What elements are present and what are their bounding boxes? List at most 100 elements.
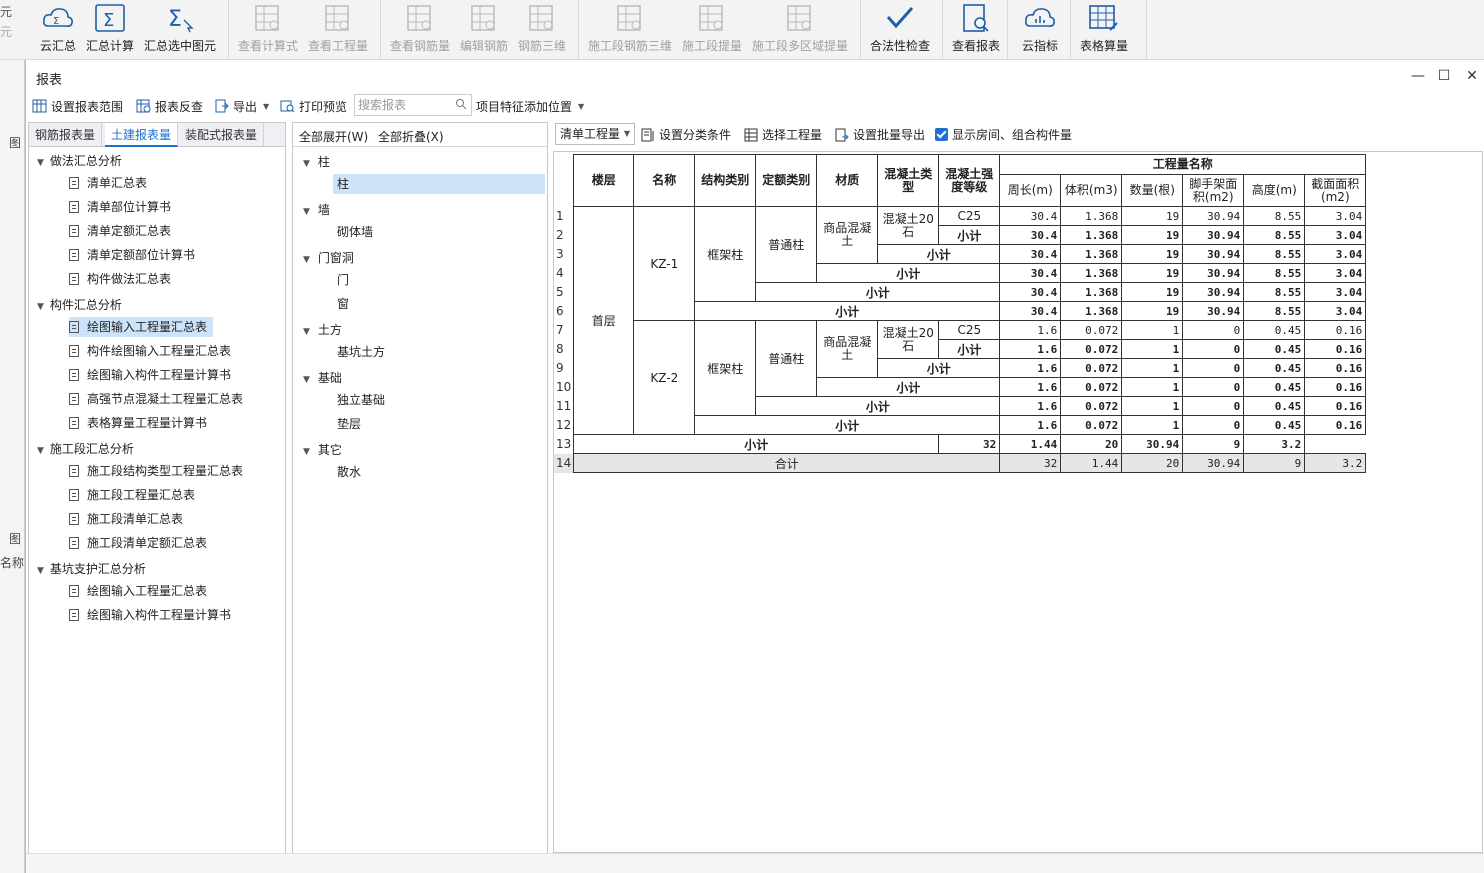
report-reverse-check-button[interactable]: 报表反查 — [136, 96, 203, 116]
expand-arrow-icon[interactable]: ▼ — [303, 375, 310, 385]
tree-item-report[interactable]: 清单汇总表 — [69, 173, 153, 193]
tab-prefab-report[interactable]: 装配式报表量 — [179, 123, 265, 147]
value-cell[interactable]: 30.4 — [999, 282, 1062, 302]
collapse-all-button[interactable]: 全部折叠(X) — [378, 128, 444, 145]
component-item[interactable]: 砌体墙 — [333, 222, 373, 242]
value-cell[interactable]: 0.16 — [1304, 320, 1367, 340]
checkbox-checked-icon[interactable] — [935, 128, 948, 141]
value-cell[interactable]: 0.072 — [1060, 358, 1123, 378]
close-button[interactable]: ✕ — [1464, 68, 1480, 84]
tree-item-report[interactable]: 表格算量工程量计算书 — [69, 413, 213, 433]
value-cell[interactable]: 19 — [1121, 301, 1184, 321]
value-cell[interactable]: 0.16 — [1304, 358, 1367, 378]
value-cell[interactable]: 19 — [1121, 263, 1184, 283]
ribbon-button-check[interactable]: 合法性检查 — [870, 0, 930, 60]
floor-cell[interactable]: 首层 — [573, 206, 635, 435]
expand-arrow-icon[interactable]: ▼ — [303, 207, 310, 217]
tree-item-report[interactable]: 清单定额部位计算书 — [69, 245, 201, 265]
value-cell[interactable]: 30.4 — [999, 263, 1062, 283]
value-cell[interactable]: 0.072 — [1060, 339, 1123, 359]
value-cell[interactable]: 1 — [1121, 358, 1184, 378]
struct-type-cell[interactable]: 框架柱 — [694, 206, 757, 302]
component-item[interactable]: 门 — [333, 270, 349, 290]
value-cell[interactable]: 3.04 — [1304, 282, 1367, 302]
expand-arrow-icon[interactable]: ▼ — [37, 566, 44, 576]
expand-arrow-icon[interactable]: ▼ — [303, 447, 310, 457]
component-group[interactable]: ▼ 柱 — [303, 153, 330, 170]
value-cell[interactable]: 19 — [1121, 282, 1184, 302]
component-name-cell[interactable]: KZ-2 — [633, 320, 696, 435]
component-item[interactable]: 散水 — [333, 462, 361, 482]
value-cell[interactable]: 1 — [1121, 339, 1184, 359]
concrete-grade-cell[interactable]: C25 — [938, 206, 1001, 226]
value-cell[interactable]: 3.2 — [1304, 453, 1367, 473]
value-cell[interactable]: 8.55 — [1243, 282, 1306, 302]
select-quantity-button[interactable]: 选择工程量 — [744, 126, 822, 143]
value-cell[interactable]: 19 — [1121, 225, 1184, 245]
value-cell[interactable]: 0.072 — [1060, 320, 1123, 340]
tree-item-report[interactable]: 绘图输入构件工程量计算书 — [69, 605, 237, 625]
search-icon[interactable] — [455, 98, 467, 110]
component-item[interactable]: 独立基础 — [333, 390, 385, 410]
value-cell[interactable]: 8.55 — [1243, 244, 1306, 264]
export-button[interactable]: 导出 ▼ — [214, 96, 269, 116]
value-cell[interactable]: 20 — [1121, 453, 1184, 473]
value-cell[interactable]: 1.368 — [1060, 225, 1123, 245]
value-cell[interactable]: 0.16 — [1304, 377, 1367, 397]
component-group[interactable]: ▼ 其它 — [303, 441, 342, 458]
component-group[interactable]: ▼ 土方 — [303, 321, 342, 338]
show-rooms-checkbox[interactable]: 显示房间、组合构件量 — [935, 126, 1072, 143]
value-cell[interactable]: 30.94 — [1182, 453, 1245, 473]
component-item[interactable]: 垫层 — [333, 414, 361, 434]
value-cell[interactable]: 0 — [1182, 339, 1245, 359]
value-cell[interactable]: 30.94 — [1182, 225, 1245, 245]
tab-civil-report[interactable]: 土建报表量 — [105, 123, 179, 147]
print-preview-button[interactable]: 打印预览 — [280, 96, 347, 116]
value-cell[interactable]: 1 — [1121, 415, 1184, 435]
value-cell[interactable]: 30.4 — [999, 225, 1062, 245]
value-cell[interactable]: 3.04 — [1304, 263, 1367, 283]
value-cell[interactable]: 0.45 — [1243, 377, 1306, 397]
report-search-input[interactable] — [355, 95, 451, 115]
tree-item-report[interactable]: 施工段清单汇总表 — [69, 509, 189, 529]
tree-item-report[interactable]: 施工段结构类型工程量汇总表 — [69, 461, 249, 481]
value-cell[interactable]: 0.072 — [1060, 415, 1123, 435]
value-cell[interactable]: 1.368 — [1060, 282, 1123, 302]
tree-item-report[interactable]: 绘图输入工程量汇总表 — [69, 317, 214, 337]
maximize-button[interactable]: ☐ — [1436, 68, 1452, 84]
ribbon-button-report-view[interactable]: 查看报表 — [946, 0, 1006, 60]
value-cell[interactable]: 3.04 — [1304, 301, 1367, 321]
tree-group[interactable]: ▼ 构件汇总分析 — [37, 296, 122, 313]
value-cell[interactable]: 0.45 — [1243, 339, 1306, 359]
value-cell[interactable]: 1.6 — [999, 358, 1062, 378]
value-cell[interactable]: 0.072 — [1060, 377, 1123, 397]
struct-type-cell[interactable]: 框架柱 — [694, 320, 757, 416]
value-cell[interactable]: 1.368 — [1060, 206, 1123, 226]
component-item[interactable]: 窗 — [333, 294, 349, 314]
value-cell[interactable]: 0 — [1182, 415, 1245, 435]
component-group[interactable]: ▼ 门窗洞 — [303, 249, 354, 266]
value-cell[interactable]: 1.368 — [1060, 263, 1123, 283]
expand-arrow-icon[interactable]: ▼ — [37, 158, 44, 168]
value-cell[interactable]: 1.6 — [999, 320, 1062, 340]
tree-group[interactable]: ▼ 做法汇总分析 — [37, 152, 122, 169]
set-classification-button[interactable]: 设置分类条件 — [641, 126, 731, 143]
batch-export-button[interactable]: 设置批量导出 — [835, 126, 925, 143]
value-cell[interactable]: 1.6 — [999, 377, 1062, 397]
value-cell[interactable]: 1.6 — [999, 339, 1062, 359]
value-cell[interactable]: 0.45 — [1243, 396, 1306, 416]
value-cell[interactable]: 1 — [1121, 377, 1184, 397]
value-cell[interactable]: 30.4 — [999, 301, 1062, 321]
value-cell[interactable]: 30.4 — [999, 206, 1062, 226]
value-cell[interactable]: 3.04 — [1304, 244, 1367, 264]
value-cell[interactable]: 1.6 — [999, 396, 1062, 416]
value-cell[interactable]: 30.94 — [1121, 434, 1184, 454]
expand-arrow-icon[interactable]: ▼ — [303, 255, 310, 265]
component-item[interactable]: 柱 — [333, 174, 545, 194]
value-cell[interactable]: 32 — [938, 434, 1001, 454]
material-cell[interactable]: 商品混凝土 — [816, 320, 879, 378]
export-dropdown-icon[interactable]: ▼ — [263, 102, 269, 111]
expand-all-button[interactable]: 全部展开(W) — [299, 128, 368, 145]
expand-arrow-icon[interactable]: ▼ — [303, 327, 310, 337]
quota-type-cell[interactable]: 普通柱 — [755, 320, 818, 397]
